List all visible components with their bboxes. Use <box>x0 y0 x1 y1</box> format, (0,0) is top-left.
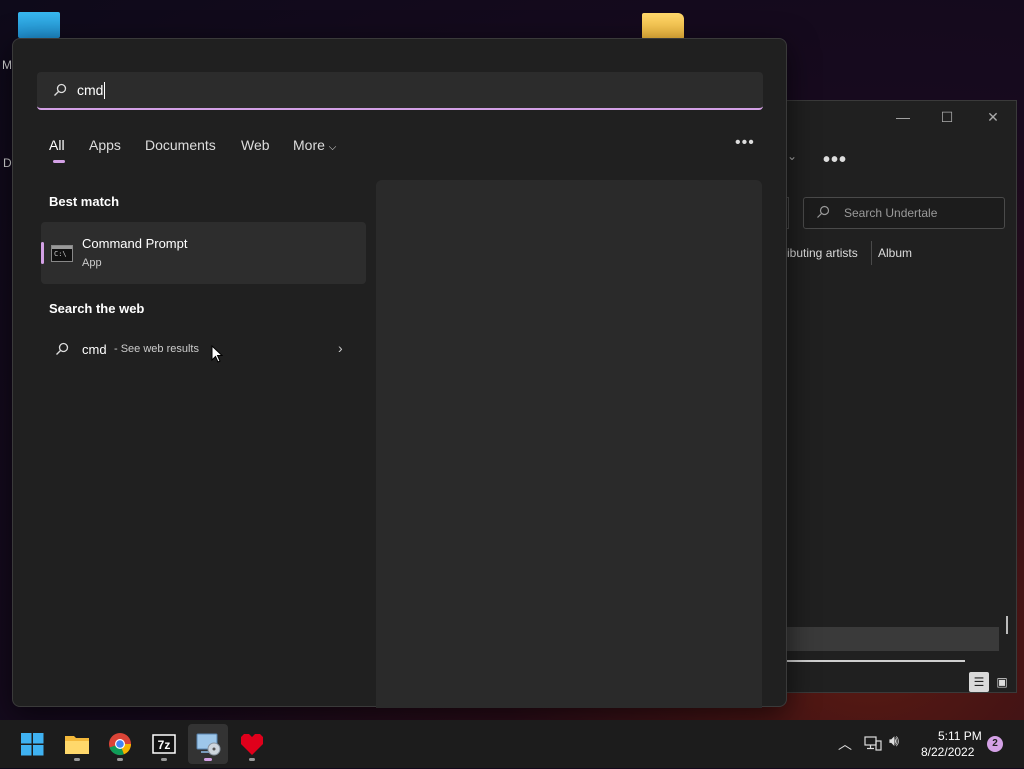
web-suffix: - See web results <box>114 343 199 355</box>
running-indicator <box>74 758 80 761</box>
active-tab-indicator <box>53 160 65 163</box>
notification-badge[interactable]: 2 <box>987 736 1003 752</box>
search-icon <box>56 342 69 355</box>
background-explorer-window: — ☐ ✕ ⌄ ••• Search Undertale ributing ar… <box>783 100 1017 693</box>
chevron-down-icon: ⌵ <box>328 142 337 153</box>
preview-pane <box>376 180 762 708</box>
media-player-button[interactable] <box>188 724 228 764</box>
best-match-result[interactable]: C:\ Command Prompt App <box>41 222 366 284</box>
chevron-down-icon[interactable]: ⌄ <box>787 149 797 163</box>
details-view-button[interactable]: ☰ <box>969 672 989 692</box>
column-header-album[interactable]: Album <box>878 246 912 260</box>
active-indicator <box>204 758 212 761</box>
running-indicator <box>249 758 255 761</box>
column-header-contributing-artists[interactable]: ributing artists <box>783 246 858 260</box>
taskbar: 7z ︿ 🔊︎ 5:11 PM 8/22/2022 2 <box>0 720 1024 768</box>
selection-accent <box>41 242 44 264</box>
start-icon <box>21 733 44 756</box>
tab-more-label: More <box>293 137 325 153</box>
7zip-button[interactable]: 7z <box>144 724 184 764</box>
desktop-label-fragment: M <box>2 58 12 72</box>
web-search-result[interactable]: cmd - See web results › <box>41 330 366 370</box>
scrollbar-thumb[interactable] <box>1006 616 1008 634</box>
web-query: cmd <box>82 342 107 357</box>
start-button[interactable] <box>12 724 52 764</box>
svg-text:7z: 7z <box>158 738 171 752</box>
running-indicator <box>161 758 167 761</box>
clock-time[interactable]: 5:11 PM <box>938 729 982 743</box>
result-type: App <box>82 257 102 269</box>
search-icon <box>817 205 830 218</box>
volume-icon[interactable]: 🔊︎ <box>889 733 899 751</box>
tab-web[interactable]: Web <box>241 137 270 153</box>
column-divider[interactable] <box>871 241 872 265</box>
tab-documents[interactable]: Documents <box>145 137 216 153</box>
tab-more[interactable]: More ⌵ <box>293 137 336 153</box>
text-caret <box>104 82 105 99</box>
file-explorer-button[interactable] <box>57 724 97 764</box>
clock-date[interactable]: 8/22/2022 <box>921 745 974 759</box>
minimize-button[interactable]: — <box>891 107 915 127</box>
search-input[interactable] <box>77 77 737 103</box>
tab-apps[interactable]: Apps <box>89 137 121 153</box>
start-search-panel: All Apps Documents Web More ⌵ ••• Best m… <box>12 38 787 708</box>
command-prompt-icon: C:\ <box>51 245 73 262</box>
chevron-up-icon[interactable]: ︿ <box>838 734 852 754</box>
running-indicator <box>117 758 123 761</box>
chrome-button[interactable] <box>100 724 140 764</box>
close-button[interactable]: ✕ <box>981 107 1005 127</box>
search-the-web-heading: Search the web <box>49 301 145 316</box>
folder-search-placeholder: Search Undertale <box>844 206 938 220</box>
desktop-monitor-icon[interactable] <box>18 12 60 38</box>
desktop-folder-icon[interactable] <box>642 13 684 39</box>
horizontal-scroll-track[interactable] <box>787 627 999 651</box>
tab-all[interactable]: All <box>49 137 65 153</box>
undertale-button[interactable] <box>232 724 272 764</box>
more-options-button[interactable]: ••• <box>735 134 755 152</box>
maximize-button[interactable]: ☐ <box>935 107 959 127</box>
search-box[interactable] <box>37 72 763 110</box>
folder-search-box[interactable]: Search Undertale <box>803 197 1005 229</box>
chevron-right-icon[interactable]: › <box>338 340 343 356</box>
mouse-cursor-icon <box>211 345 223 363</box>
best-match-heading: Best match <box>49 194 120 209</box>
tiles-view-button[interactable]: ▣ <box>992 672 1012 692</box>
network-icon[interactable] <box>864 734 882 752</box>
result-name: Command Prompt <box>82 236 188 251</box>
search-icon <box>54 83 67 96</box>
more-options-button[interactable]: ••• <box>823 149 847 172</box>
horizontal-scrollbar[interactable] <box>787 660 965 662</box>
